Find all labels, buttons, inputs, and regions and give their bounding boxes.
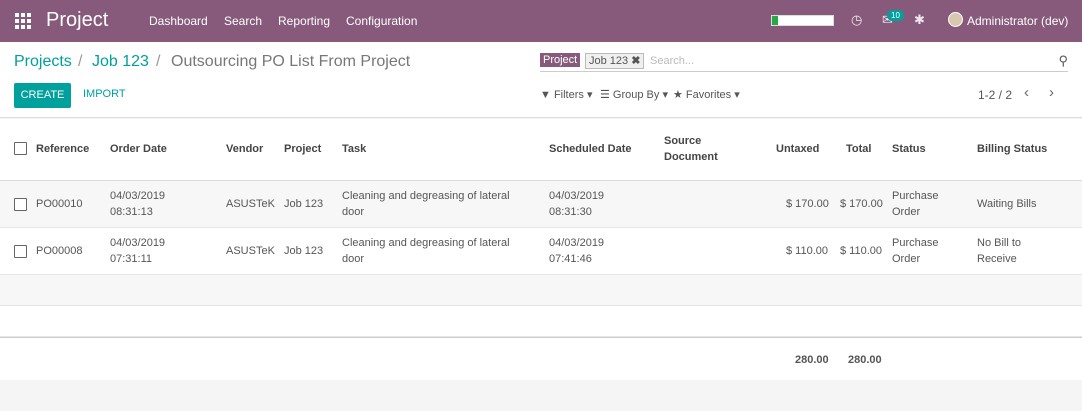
favorites-dropdown[interactable]: ★ Favorites ▾ [673,88,740,101]
cell-reference: PO00008 [36,245,83,257]
cell-total: $ 170.00 [840,198,883,210]
cell-reference: PO00010 [36,198,83,210]
favorites-label: Favorites [685,89,732,101]
col-source-document-line1[interactable]: Source [664,135,701,147]
cell-untaxed: $ 110.00 [786,245,829,257]
col-scheduled-date[interactable]: Scheduled Date [549,143,632,155]
cell-total: $ 110.00 [840,245,883,257]
col-total[interactable]: Total [846,143,871,155]
cell-billing-status: Waiting Bills [977,198,1037,210]
footer-total: 280.00 [848,354,882,366]
col-task[interactable]: Task [342,143,366,155]
control-panel: Projects / Job 123 / Outsourcing PO List… [0,42,1082,118]
avatar[interactable] [948,12,963,27]
pager-value[interactable]: 1-2 / 2 [978,88,1012,102]
col-billing-status[interactable]: Billing Status [977,143,1047,155]
search-bar[interactable]: Project Job 123 ✖ Search... ⚲ [540,51,1068,72]
col-untaxed[interactable]: Untaxed [776,143,819,155]
create-button[interactable]: CREATE [14,83,71,108]
cell-scheduled-time: 07:41:46 [549,253,592,265]
cell-project: Job 123 [284,245,324,257]
menu-dashboard[interactable]: Dashboard [149,14,208,28]
cell-order-date: 04/03/2019 [110,190,166,202]
cell-status: Purchase [892,190,939,202]
cell-billing-status-line2: Receive [977,253,1017,265]
facet-value-text: Job 123 [589,55,629,67]
breadcrumb-job[interactable]: Job 123 [92,53,149,71]
app-title: Project [46,9,109,31]
empty-row [0,306,1082,337]
group-by-label: Group By [612,89,660,101]
select-all-checkbox[interactable] [14,142,27,155]
clock-icon[interactable]: ◷ [851,12,862,28]
col-source-document-line2[interactable]: Document [664,151,718,163]
import-button[interactable]: IMPORT [83,88,126,100]
col-vendor[interactable]: Vendor [226,143,263,155]
page-title: Outsourcing PO List From Project [171,53,411,70]
cell-untaxed: $ 170.00 [786,198,829,210]
list-table: Reference Order Date Vendor Project Task… [0,119,1082,380]
facet-label: Project [540,53,581,67]
filters-dropdown[interactable]: ▼ Filters ▾ [540,88,592,101]
top-navbar: Project Dashboard Search Reporting Confi… [0,0,1082,42]
cell-task: Cleaning and degreasing of lateral [342,190,510,202]
cell-status-line2: Order [892,206,921,218]
breadcrumb-separator: / [78,53,83,70]
cell-order-time: 08:31:13 [110,206,153,218]
footer-untaxed-total: 280.00 [795,354,829,366]
cell-scheduled-date: 04/03/2019 [549,237,605,249]
menu-reporting[interactable]: Reporting [278,14,330,28]
pager-next-icon[interactable]: › [1049,84,1054,101]
cell-status-line2: Order [892,253,921,265]
cell-project: Job 123 [284,198,324,210]
cell-billing-status: No Bill to [977,237,1022,249]
breadcrumb-projects[interactable]: Projects [14,53,72,71]
debug-bug-icon[interactable]: ✱ [914,12,925,28]
row-checkbox[interactable] [14,198,27,211]
remove-facet-icon[interactable]: ✖ [631,55,640,67]
table-row[interactable]: PO00010 04/03/2019 08:31:13 ASUSTeK Job … [0,181,1082,228]
cell-vendor: ASUSTeK [226,198,275,210]
search-input[interactable]: Search... [650,55,694,67]
cell-scheduled-time: 08:31:30 [549,206,592,218]
pager-previous-icon[interactable]: ‹ [1024,84,1029,101]
cell-scheduled-date: 04/03/2019 [549,190,605,202]
menu-search[interactable]: Search [224,14,262,28]
menu-configuration[interactable]: Configuration [346,14,417,28]
empty-row [0,275,1082,306]
search-icon[interactable]: ⚲ [1058,53,1068,69]
user-menu[interactable]: Administrator (dev) [967,14,1068,28]
cell-order-date: 04/03/2019 [110,237,166,249]
filters-label: Filters [553,89,584,101]
table-row[interactable]: PO00008 04/03/2019 07:31:11 ASUSTeK Job … [0,228,1082,275]
col-project[interactable]: Project [284,143,321,155]
chat-badge: 10 [887,10,904,21]
table-header: Reference Order Date Vendor Project Task… [0,119,1082,181]
progress-bar[interactable] [771,15,834,26]
cell-task-line2: door [342,206,365,218]
group-by-dropdown[interactable]: ☰ Group By ▾ [600,88,668,101]
col-status[interactable]: Status [892,143,926,155]
apps-menu-icon[interactable] [15,13,31,29]
cell-order-time: 07:31:11 [110,253,153,265]
row-checkbox[interactable] [14,245,27,258]
facet-value: Job 123 ✖ [585,53,645,69]
cell-task-line2: door [342,253,365,265]
breadcrumb-separator: / [156,53,161,70]
col-reference[interactable]: Reference [36,143,89,155]
cell-status: Purchase [892,237,939,249]
col-order-date[interactable]: Order Date [110,143,167,155]
cell-vendor: ASUSTeK [226,245,275,257]
table-footer: 280.00 280.00 [0,337,1082,380]
cell-task: Cleaning and degreasing of lateral [342,237,510,249]
